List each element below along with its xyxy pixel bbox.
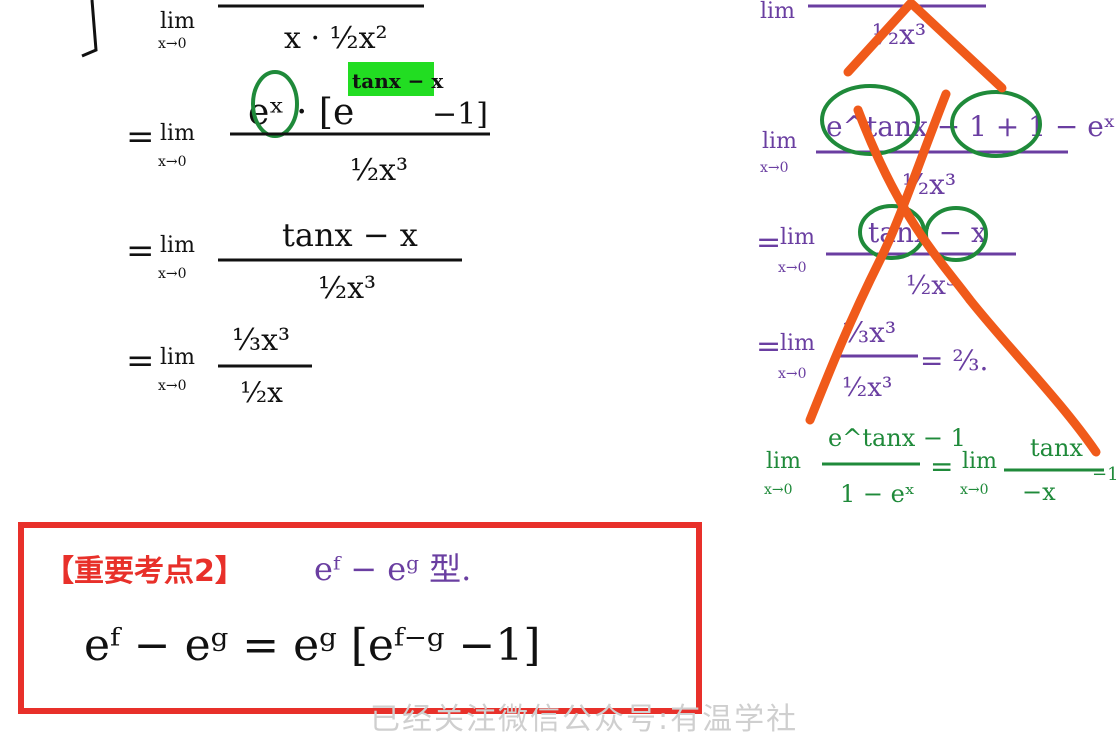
lim-3-sub: x→0 <box>158 266 187 282</box>
r-result: = ⅔. <box>920 344 988 377</box>
key-point-formula: eᶠ − eᵍ = eᵍ [eᶠ⁻ᵍ −1] <box>84 620 541 671</box>
r-eq-4: = <box>756 329 781 364</box>
den-step1: x · ½x² <box>284 21 388 56</box>
den-step3: ½x³ <box>318 271 376 306</box>
g-num-1: e^tanx − 1 <box>828 424 966 452</box>
eq-2: = <box>126 117 155 157</box>
g-lim-2: lim <box>962 449 997 474</box>
g-den-2: −x <box>1022 478 1056 506</box>
lim-3: lim <box>160 233 195 258</box>
eq-4: = <box>126 341 155 381</box>
r-eq-3: = <box>756 225 781 260</box>
num-step4: ⅓x³ <box>232 323 290 358</box>
g-eq: = <box>930 450 953 483</box>
r-lim-3: lim <box>780 225 815 250</box>
key-point-box: 【重要考点2】 eᶠ − eᵍ 型. eᶠ − eᵍ = eᵍ [eᶠ⁻ᵍ −1… <box>18 522 702 714</box>
lim-4-sub: x→0 <box>158 378 187 394</box>
g-lim-1: lim <box>766 449 801 474</box>
den-step4: ½x <box>240 376 283 409</box>
r-lim-4-sub: x→0 <box>778 366 807 382</box>
lim-4: lim <box>160 345 195 370</box>
g-lim-2-sub: x→0 <box>960 482 989 498</box>
r-lim-2-sub: x→0 <box>760 160 789 176</box>
lim-2-sub: x→0 <box>158 154 187 170</box>
key-point-note: eᶠ − eᵍ 型. <box>314 550 472 588</box>
num-step3: tanx − x <box>282 216 418 254</box>
g-num-2: tanx <box>1030 434 1083 462</box>
orange-stroke-c <box>853 105 1101 457</box>
r-lim-2: lim <box>762 129 797 154</box>
den-step2: ½x³ <box>350 153 408 188</box>
lim-2: lim <box>160 121 195 146</box>
hook-mark <box>81 0 98 58</box>
g-den-1: 1 − eˣ <box>840 480 915 508</box>
r-lim-1: lim <box>760 0 795 24</box>
g-tail: −1 <box>1092 464 1119 485</box>
green-equivalence: lim x→0 e^tanx − 1 1 − eˣ = lim x→0 tanx… <box>764 424 1119 508</box>
right-derivation: lim ½x³ lim x→0 e^tanx − 1 + 1 − eˣ ½x³ … <box>756 0 1119 508</box>
lim-top-sub: x→0 <box>158 36 187 52</box>
exp-step2: tanx − x <box>352 69 444 93</box>
r-lim-3-sub: x→0 <box>778 260 807 276</box>
lim-top: lim <box>160 9 195 34</box>
num-step2: eˣ · [e <box>248 92 354 133</box>
g-lim-1-sub: x→0 <box>764 482 793 498</box>
num-step2-tail: −1] <box>432 97 488 132</box>
subtitle-caption: 已经关注微信公众号:有温学社 <box>370 702 799 737</box>
eq-3: = <box>126 231 155 271</box>
left-derivation: lim x→0 x · ½x² = lim x→0 eˣ · [e tanx −… <box>81 0 490 409</box>
key-point-title: 【重要考点2】 <box>44 554 245 589</box>
r-lim-4: lim <box>780 331 815 356</box>
r-den-4: ½x³ <box>842 373 892 403</box>
